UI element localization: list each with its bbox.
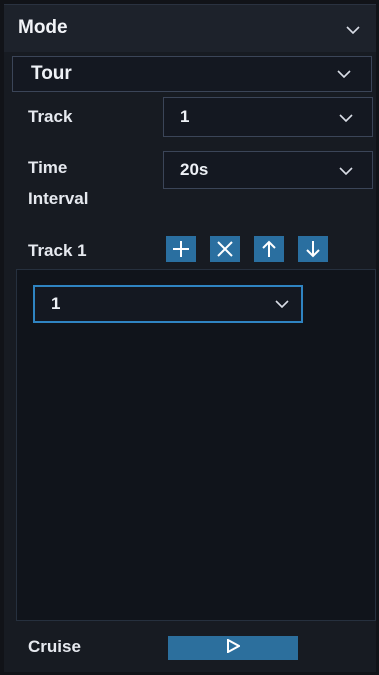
track-point-select[interactable]: 1 [33, 285, 303, 323]
track-point-value: 1 [51, 294, 61, 313]
time-interval-select[interactable]: 20s [163, 151, 373, 189]
tour-settings-panel: Mode Tour Track 1 Time Interval 20s Trac… [4, 4, 376, 672]
chevron-down-icon [275, 300, 289, 308]
chevron-down-icon [339, 167, 353, 175]
play-icon [226, 637, 242, 658]
cruise-play-button[interactable] [168, 636, 298, 660]
chevron-down-icon[interactable] [346, 26, 360, 34]
time-interval-value: 20s [180, 160, 209, 179]
track-point-list: 1 [16, 269, 376, 621]
mode-select[interactable]: Tour [12, 56, 372, 92]
delete-icon[interactable] [210, 236, 240, 262]
track-label: Track [28, 107, 73, 126]
move-down-icon[interactable] [298, 236, 328, 262]
time-interval-label-line1: Time [28, 158, 68, 177]
chevron-down-icon [339, 114, 353, 122]
chevron-down-icon [337, 70, 351, 78]
mode-select-value: Tour [31, 63, 72, 84]
move-up-icon[interactable] [254, 236, 284, 262]
add-icon[interactable] [166, 236, 196, 262]
track-select[interactable]: 1 [163, 97, 373, 137]
track-list-title: Track 1 [28, 241, 87, 260]
track-select-value: 1 [180, 107, 190, 126]
cruise-label: Cruise [28, 637, 81, 656]
time-interval-label-line2: Interval [28, 189, 89, 208]
mode-title: Mode [18, 17, 68, 38]
mode-header[interactable]: Mode [4, 4, 376, 52]
